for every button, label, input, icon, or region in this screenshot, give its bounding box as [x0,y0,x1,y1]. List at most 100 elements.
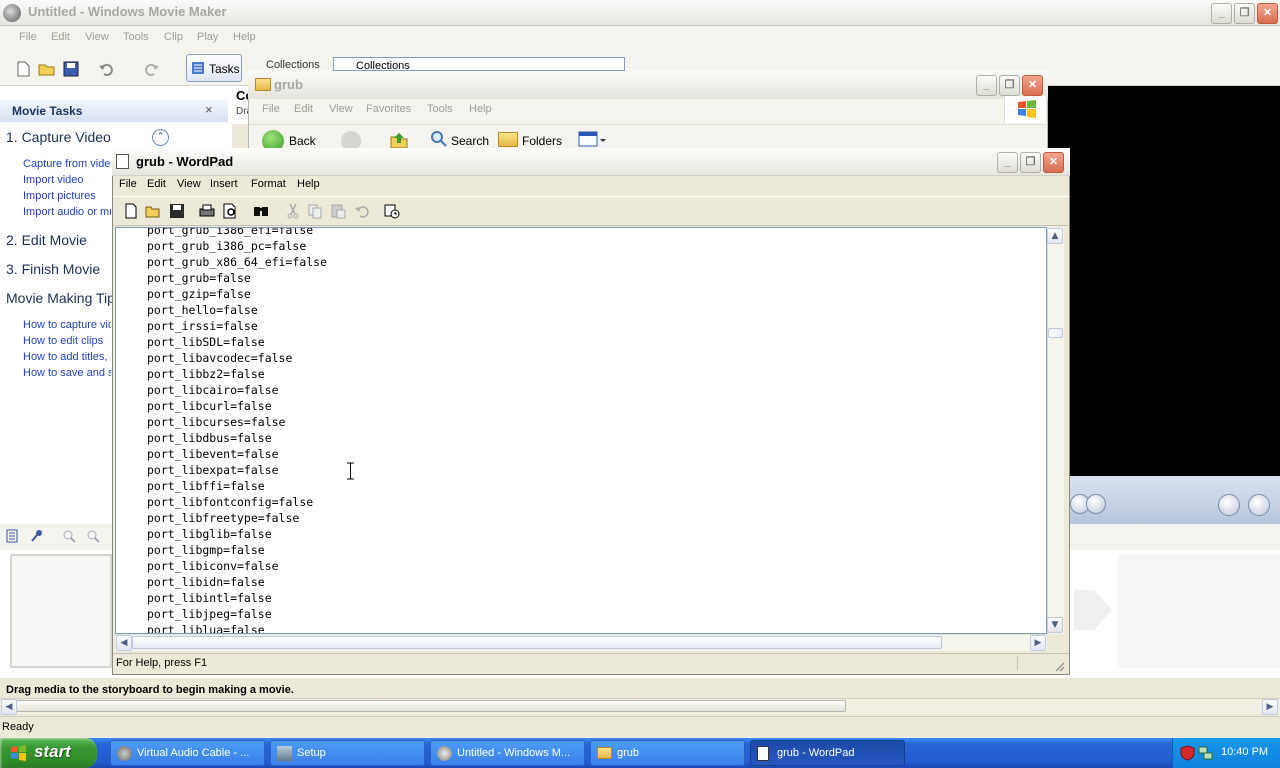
minimize-button[interactable]: _ [1211,3,1232,24]
link-capture-from-video[interactable]: Capture from video device [23,158,111,170]
storyboard-scroll-thumb[interactable] [16,700,846,712]
undo-icon[interactable] [98,60,116,78]
up-folder-icon[interactable] [389,130,409,150]
section-edit-movie[interactable]: 2. Edit Movie [6,232,87,248]
taskbar-button-setup[interactable]: Setup [270,740,425,766]
link-how-to-capture[interactable]: How to capture video [23,319,111,331]
explorer-menu-tools[interactable]: Tools [427,103,453,115]
find-icon[interactable] [253,203,269,219]
wordpad-menu-format[interactable]: Format [251,178,286,190]
link-how-to-save[interactable]: How to save and share movies [23,367,111,379]
menu-help[interactable]: Help [233,31,256,43]
taskbar-button-virtual-audio-cable[interactable]: Virtual Audio Cable - ... [110,740,265,766]
scroll-right-arrow-icon[interactable]: ▶ [1262,699,1278,715]
zoom-out-icon[interactable] [86,529,100,543]
save-project-icon[interactable] [62,60,80,78]
link-how-to-edit[interactable]: How to edit clips [23,335,103,347]
wordpad-title: grub - WordPad [136,154,234,169]
explorer-menu-help[interactable]: Help [469,103,492,115]
wordpad-maximize-button[interactable]: ❐ [1020,152,1041,173]
security-shield-icon[interactable] [1180,745,1195,761]
new-document-icon[interactable] [123,203,139,219]
scroll-left-icon[interactable]: ◀ [116,635,132,651]
menu-view[interactable]: View [85,31,109,43]
split-clip-icon[interactable] [1218,494,1240,516]
scroll-down-arrow-icon[interactable]: ▼ [1047,617,1063,633]
collections-dropdown[interactable]: Collections [333,57,625,71]
paste-icon[interactable] [330,203,346,219]
menu-file[interactable]: File [19,31,37,43]
save-document-icon[interactable] [169,203,185,219]
menu-edit[interactable]: Edit [51,31,70,43]
explorer-titlebar[interactable] [248,71,1048,99]
insert-date-time-icon[interactable] [384,203,400,219]
menu-clip[interactable]: Clip [164,31,183,43]
wordpad-vertical-scrollbar[interactable] [1047,227,1064,634]
search-label[interactable]: Search [451,134,489,148]
next-frame-icon[interactable] [1086,494,1106,514]
link-how-to-add-titles[interactable]: How to add titles, effects, transitions [23,351,111,363]
explorer-close-button[interactable]: ✕ [1022,75,1043,96]
taskbar-button-movie-maker[interactable]: Untitled - Windows M... [430,740,585,766]
wordpad-menu-view[interactable]: View [177,178,201,190]
wordpad-menu-edit[interactable]: Edit [147,178,166,190]
taskbar-button-grub-folder[interactable]: grub [590,740,745,766]
close-tasks-pane-icon[interactable]: × [205,102,213,117]
section-finish-movie[interactable]: 3. Finish Movie [6,261,112,277]
scroll-right-icon[interactable]: ▶ [1030,635,1046,651]
taskbar-button-wordpad[interactable]: grub - WordPad [750,740,905,766]
wordpad-titlebar[interactable] [112,148,1070,176]
wordpad-vertical-scroll-thumb[interactable] [1048,328,1063,338]
wordpad-menu-help[interactable]: Help [297,178,320,190]
menu-tools[interactable]: Tools [123,31,149,43]
scroll-left-arrow-icon[interactable]: ◀ [1,699,17,715]
wordpad-menu-file[interactable]: File [119,178,137,190]
link-import-pictures[interactable]: Import pictures [23,190,96,202]
explorer-menu-file[interactable]: File [262,103,280,115]
open-project-icon[interactable] [38,60,56,78]
folders-label[interactable]: Folders [522,134,562,148]
storyboard-slot[interactable] [10,554,112,668]
zoom-in-icon[interactable] [62,529,76,543]
wordpad-minimize-button[interactable]: _ [997,152,1018,173]
storyboard-slot[interactable] [1118,554,1280,668]
folders-icon[interactable] [498,132,518,147]
resize-grip-icon[interactable] [1053,660,1065,672]
print-icon[interactable] [199,203,215,219]
link-import-video[interactable]: Import video [23,174,84,186]
redo-icon[interactable] [142,60,160,78]
section-movie-making-tips[interactable]: Movie Making Tips [6,290,112,306]
close-button[interactable]: ✕ [1257,3,1278,24]
new-project-icon[interactable] [14,60,32,78]
cut-icon[interactable] [285,203,301,219]
maximize-button[interactable]: ❐ [1234,3,1255,24]
narrate-timeline-icon[interactable] [30,529,44,543]
explorer-menu-favorites[interactable]: Favorites [366,103,411,115]
back-label[interactable]: Back [289,134,316,148]
tasks-button[interactable]: Tasks [186,54,242,82]
wordpad-horizontal-scroll-thumb[interactable] [132,636,942,649]
print-preview-icon[interactable] [222,203,238,219]
wordpad-close-button[interactable]: ✕ [1043,152,1064,173]
explorer-menu-edit[interactable]: Edit [294,103,313,115]
explorer-maximize-button[interactable]: ❐ [999,75,1020,96]
take-picture-icon[interactable] [1248,494,1270,516]
undo-typing-icon[interactable] [354,203,370,219]
explorer-menu-view[interactable]: View [329,103,353,115]
open-document-icon[interactable] [145,203,161,219]
explorer-minimize-button[interactable]: _ [976,75,997,96]
menu-play[interactable]: Play [197,31,218,43]
copy-icon[interactable] [307,203,323,219]
collapse-section-icon[interactable]: ⌃ [152,129,169,146]
collections-button[interactable]: Collections [250,58,328,71]
wordpad-document-area[interactable]: port_grub_i386_efi=false port_grub_i386_p… [115,227,1047,634]
section-capture-video[interactable]: 1. Capture Video [6,129,111,145]
wordpad-menu-insert[interactable]: Insert [210,178,238,190]
search-icon[interactable] [430,130,448,148]
views-icon[interactable] [578,131,606,149]
scroll-up-arrow-icon[interactable]: ▲ [1047,228,1063,244]
show-timeline-icon[interactable] [5,529,19,543]
network-icon[interactable] [1198,745,1214,761]
link-import-audio[interactable]: Import audio or music [23,206,111,218]
taskbar-clock[interactable]: 10:40 PM [1221,746,1268,758]
